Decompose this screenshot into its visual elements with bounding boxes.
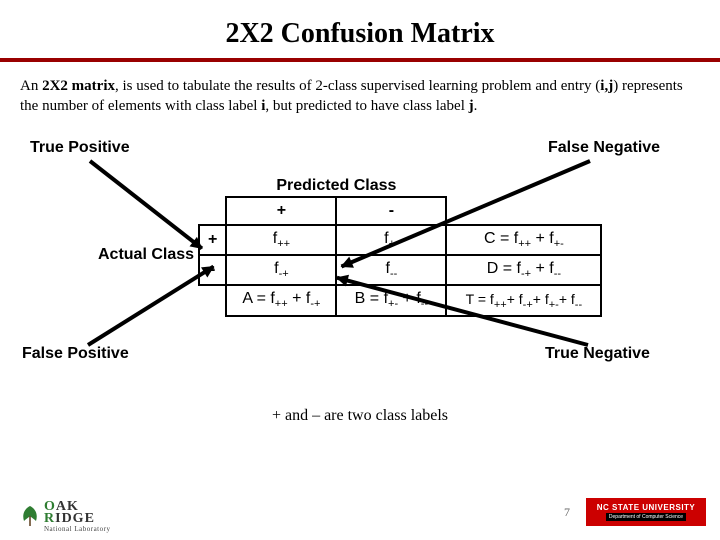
para-end: . bbox=[474, 98, 478, 114]
para-b1: 2X2 matrix bbox=[42, 78, 115, 94]
cell-row-total-c: C = f++ + f+- bbox=[446, 225, 601, 255]
para-b2: i,j bbox=[600, 78, 613, 94]
cell-fpm: f+- bbox=[336, 225, 446, 255]
label-true-negative: True Negative bbox=[545, 345, 650, 363]
slide-title: 2X2 Confusion Matrix bbox=[0, 0, 720, 58]
label-false-negative: False Negative bbox=[548, 139, 660, 157]
footer: OAKRIDGE National Laboratory 7 NC STATE … bbox=[0, 494, 720, 532]
row-header-plus: + bbox=[199, 225, 226, 255]
label-false-positive: False Positive bbox=[22, 345, 129, 363]
cell-fmp: f-+ bbox=[226, 255, 336, 285]
leaf-icon bbox=[20, 505, 40, 527]
cell-col-total-b: B = f+- + f-- bbox=[336, 285, 446, 315]
oakridge-name: OAKRIDGE bbox=[44, 501, 110, 526]
label-true-positive: True Positive bbox=[30, 139, 130, 157]
row-header-minus: - bbox=[199, 255, 226, 285]
header-predicted-class: Predicted Class bbox=[226, 173, 446, 198]
col-header-plus: + bbox=[226, 197, 336, 225]
cell-fmm: f-- bbox=[336, 255, 446, 285]
cell-row-total-d: D = f-+ + f-- bbox=[446, 255, 601, 285]
cell-col-total-a: A = f++ + f-+ bbox=[226, 285, 336, 315]
col-header-minus: - bbox=[336, 197, 446, 225]
header-actual-class: Actual Class bbox=[90, 225, 199, 285]
para-mid1: , is used to tabulate the results of 2-c… bbox=[115, 78, 600, 94]
ncsu-logo: NC STATE UNIVERSITY Department of Comput… bbox=[586, 498, 706, 526]
oakridge-subtitle: National Laboratory bbox=[44, 526, 110, 532]
footnote-class-labels: + and – are two class labels bbox=[0, 407, 720, 425]
para-mid3: , but predicted to have class label bbox=[265, 98, 468, 114]
diagram-stage: True Positive False Negative False Posit… bbox=[0, 125, 720, 405]
para-pre: An bbox=[20, 78, 42, 94]
oakridge-logo: OAKRIDGE National Laboratory bbox=[20, 501, 110, 532]
page-number: 7 bbox=[564, 505, 570, 520]
cell-fpp: f++ bbox=[226, 225, 336, 255]
ncsu-name: NC STATE UNIVERSITY bbox=[597, 503, 696, 512]
ncsu-dept: Department of Computer Science bbox=[606, 513, 686, 521]
confusion-matrix-table: Predicted Class + - Actual Class + f++ f… bbox=[90, 173, 602, 317]
description-paragraph: An 2X2 matrix, is used to tabulate the r… bbox=[0, 62, 720, 125]
cell-grand-total-t: T = f+++ f-++ f+-+ f-- bbox=[446, 285, 601, 315]
